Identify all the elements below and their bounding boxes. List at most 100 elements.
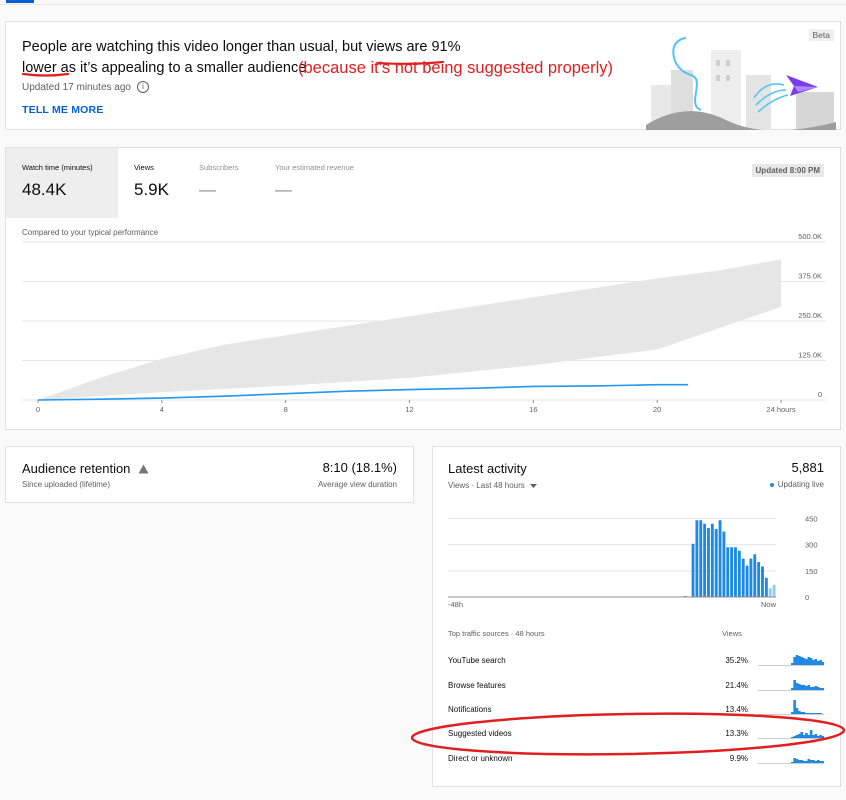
tell-me-more-link[interactable]: TELL ME MORE [22, 104, 104, 116]
sparkline-bar [800, 712, 803, 714]
traffic-source-row[interactable]: Direct or unknown 9.9% [448, 752, 828, 768]
traffic-source-name: Direct or unknown [448, 754, 513, 763]
sparkline-bar [805, 686, 808, 690]
activity-bar [718, 520, 722, 597]
sparkline-bar [798, 760, 801, 763]
traffic-source-row[interactable]: YouTube search 35.2% [448, 654, 828, 670]
sparkline-bar [807, 735, 811, 738]
retention-title: Audience retention [22, 461, 131, 476]
activity-bar [741, 558, 745, 597]
handwritten-annotation: (because it's not being suggested proper… [298, 59, 614, 77]
bar-y-tick-label: 0 [805, 593, 809, 602]
sparkline-bar [793, 680, 796, 690]
traffic-source-name: Suggested videos [448, 729, 512, 738]
traffic-source-percent: 13.4% [725, 705, 748, 714]
sparkline-bar [798, 656, 801, 665]
y-tick-label: 125.0K [798, 351, 822, 360]
sparkline-bar [802, 658, 806, 665]
activity-bar [726, 547, 730, 597]
x-tick-label: 4 [160, 405, 164, 414]
sparkline-bar [795, 655, 799, 665]
sparkline-bar [805, 761, 808, 763]
sparkline-bar [800, 760, 803, 763]
sparkline-bar [816, 760, 820, 763]
typical-range-band [38, 259, 781, 400]
sparkline-bar [812, 735, 815, 738]
sparkline-bar [814, 686, 818, 690]
sparkline-bar [798, 734, 801, 738]
retention-value-label: Average view duration [317, 480, 397, 489]
sparkline-bar [805, 733, 808, 738]
sparkline-bar [802, 712, 806, 714]
sparkline-bar [809, 760, 813, 763]
x-tick-label: 0 [36, 405, 40, 414]
sparkline-bar [816, 736, 820, 738]
sparkline-bar [809, 687, 813, 690]
y-tick-label: 0 [818, 390, 822, 399]
bar-x-label-end: Now [761, 600, 777, 609]
activity-bar [699, 520, 703, 597]
sparkline-bar [812, 687, 815, 690]
sparkline-bar [812, 713, 815, 714]
sparkline-bar [795, 683, 799, 690]
y-tick-label: 500.0K [798, 232, 822, 241]
sparkline-bar [805, 659, 808, 665]
traffic-source-row[interactable]: Notifications 13.4% [448, 700, 828, 719]
sparkline-bar [791, 663, 794, 665]
sparkline-bar [819, 735, 822, 738]
top-divider [0, 4, 846, 5]
activity-bar [745, 565, 749, 597]
sparkline-bar [795, 708, 799, 714]
activity-bar [695, 520, 699, 597]
insight-highlight-lower: lower [22, 60, 57, 76]
sparkline-bar [800, 657, 803, 665]
sparkline-bar [814, 734, 818, 738]
warning-triangle-icon[interactable] [138, 464, 149, 474]
x-tick-label: 16 [529, 405, 537, 414]
activity-bar [730, 547, 734, 597]
sparkline-bar [793, 758, 796, 763]
sparkline-bar [816, 661, 820, 665]
traffic-sparkline [758, 700, 824, 715]
sparkline-bar [791, 688, 794, 690]
traffic-source-percent: 35.2% [725, 656, 748, 665]
bar-y-tick-label: 300 [805, 541, 818, 550]
sparkline-bar [816, 687, 820, 690]
sparkline-bar [812, 660, 815, 665]
sparkline-bar [805, 713, 808, 714]
sparkline-bar [791, 762, 794, 763]
sparkline-bar [800, 685, 803, 690]
sparkline-bar [821, 736, 824, 738]
activity-bar [753, 554, 757, 597]
sparkline-bar [800, 732, 803, 738]
insight-updated: Updated 17 minutes ago i [22, 81, 149, 93]
sparkline-bar [798, 684, 801, 690]
activity-bar [761, 566, 764, 597]
activity-bar [710, 523, 714, 597]
traffic-source-row[interactable]: Suggested videos 13.3% [448, 727, 828, 743]
stats-card: Watch time (minutes) 48.4K Views 5.9K Su… [5, 147, 841, 430]
insight-card: People are watching this video longer th… [5, 21, 841, 130]
traffic-source-percent: 9.9% [729, 754, 748, 763]
insight-text-part2: as it’s appealing to a smaller audience [56, 60, 307, 76]
sparkline-bar [814, 659, 818, 665]
traffic-source-row[interactable]: Browse features 21.4% [448, 679, 828, 695]
sparkline-bar [807, 759, 811, 763]
activity-bar [707, 528, 710, 597]
sparkline-bar [802, 735, 806, 738]
y-tick-label: 375.0K [798, 272, 822, 281]
activity-bar [722, 531, 726, 597]
active-tab-indicator [6, 0, 34, 3]
activity-bar [757, 562, 761, 597]
traffic-sparkline [758, 730, 824, 739]
y-tick-label: 250.0K [798, 311, 822, 320]
x-tick-label: 20 [653, 405, 661, 414]
city-illustration [646, 37, 836, 130]
x-tick-label: 8 [284, 405, 288, 414]
info-icon[interactable]: i [136, 81, 149, 93]
sparkline-bar [802, 761, 806, 763]
activity-bar [703, 523, 707, 597]
sparkline-bar [793, 700, 796, 714]
activity-bar [714, 528, 718, 597]
watch-time-chart: 0 125.0K 250.0K 375.0K 500.0K 0 4 8 12 16 20 24 hou… [22, 232, 826, 414]
